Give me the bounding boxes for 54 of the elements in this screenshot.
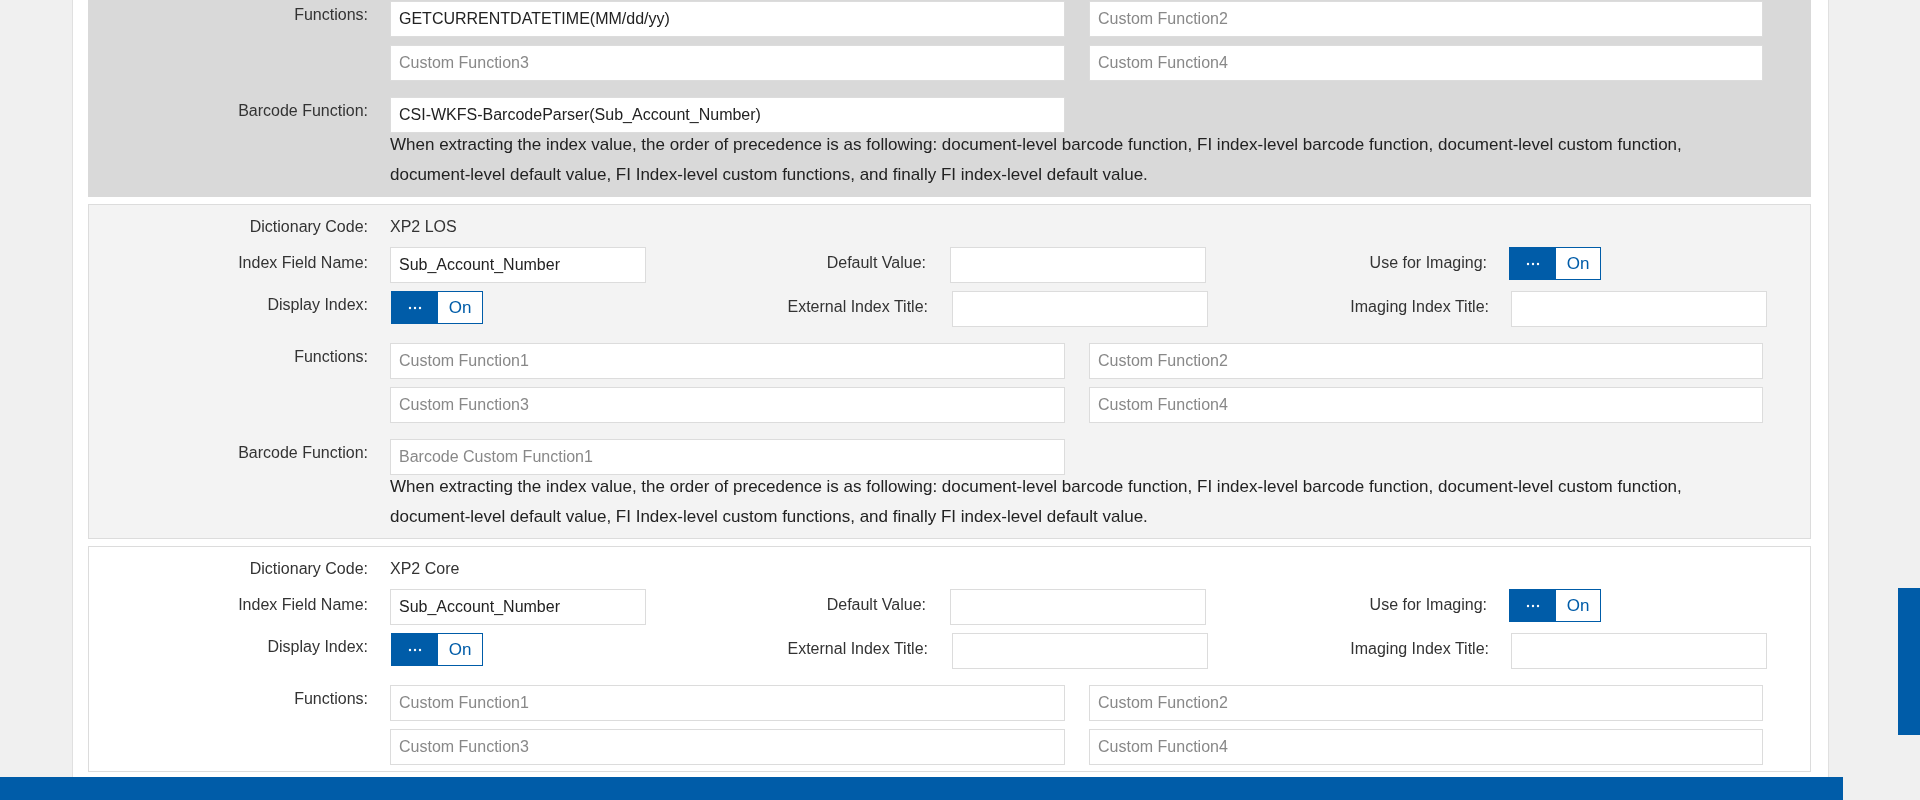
- dictionary-code: XP2 LOS: [390, 217, 457, 237]
- input-field[interactable]: Custom Function2: [1089, 343, 1763, 379]
- input-field[interactable]: Custom Function4: [1089, 387, 1763, 423]
- toggle-switch[interactable]: On: [391, 291, 483, 324]
- dots-icon: [1526, 603, 1540, 608]
- input-field[interactable]: [950, 247, 1206, 283]
- input-field[interactable]: Sub_Account_Number: [390, 247, 646, 283]
- field-label: Display Index:: [266, 637, 368, 657]
- field-label: Dictionary Code:: [248, 217, 368, 237]
- field-label: Dictionary Code:: [248, 559, 368, 579]
- toggle-switch[interactable]: On: [1509, 247, 1601, 280]
- dots-icon: [408, 305, 422, 310]
- field-label: Display Index:: [266, 295, 368, 315]
- input-field[interactable]: [1511, 291, 1767, 327]
- field-label: External Index Title:: [786, 297, 928, 317]
- field-label: Imaging Index Title:: [1349, 639, 1489, 659]
- input-field[interactable]: [1511, 633, 1767, 669]
- input-field[interactable]: Custom Function1: [390, 685, 1065, 721]
- field-label: Barcode Function:: [237, 101, 368, 121]
- dots-icon: [1526, 261, 1540, 266]
- field-label: Functions:: [293, 689, 368, 709]
- input-field[interactable]: Barcode Custom Function1: [390, 439, 1065, 475]
- input-field[interactable]: Custom Function2: [1089, 1, 1763, 37]
- field-label: Default Value:: [825, 595, 926, 615]
- input-field[interactable]: CSI-WKFS-BarcodeParser(Sub_Account_Number): [390, 97, 1065, 133]
- field-label: Functions:: [293, 347, 368, 367]
- field-label: Functions:: [293, 5, 368, 25]
- field-label: Index Field Name:: [237, 253, 368, 273]
- field-label: Default Value:: [825, 253, 926, 273]
- input-field[interactable]: Custom Function3: [390, 45, 1065, 81]
- help-text: When extracting the index value, the order of precedence is as following: document-level barcode function, FI index-level barcode function, document-level custom function, document-level default value, FI Index-level custom functions, and finally FI index-level default value.: [390, 476, 1683, 528]
- toggle-switch[interactable]: On: [1509, 589, 1601, 622]
- field-label: External Index Title:: [786, 639, 928, 659]
- input-field[interactable]: Sub_Account_Number: [390, 589, 646, 625]
- toggle-switch[interactable]: On: [391, 633, 483, 666]
- input-field[interactable]: GETCURRENTDATETIME(MM/dd/yy): [390, 1, 1065, 37]
- input-field[interactable]: Custom Function4: [1089, 729, 1763, 765]
- input-field[interactable]: Custom Function3: [390, 729, 1065, 765]
- dictionary-code: XP2 Core: [390, 559, 460, 579]
- input-field[interactable]: [952, 633, 1208, 669]
- dots-icon: [408, 647, 422, 652]
- field-label: Use for Imaging:: [1368, 253, 1487, 273]
- field-label: Barcode Function:: [237, 443, 368, 463]
- field-label: Imaging Index Title:: [1349, 297, 1489, 317]
- input-field[interactable]: Custom Function2: [1089, 685, 1763, 721]
- input-field[interactable]: Custom Function4: [1089, 45, 1763, 81]
- field-label: Index Field Name:: [237, 595, 368, 615]
- side-tab[interactable]: [1898, 588, 1920, 735]
- input-field[interactable]: [950, 589, 1206, 625]
- field-label: Use for Imaging:: [1368, 595, 1487, 615]
- input-field[interactable]: [952, 291, 1208, 327]
- input-field[interactable]: Custom Function3: [390, 387, 1065, 423]
- input-field[interactable]: Custom Function1: [390, 343, 1065, 379]
- help-text: When extracting the index value, the order of precedence is as following: document-level barcode function, FI index-level barcode function, document-level custom function, document-level default value, FI Index-level custom functions, and finally FI index-level default value.: [390, 134, 1683, 186]
